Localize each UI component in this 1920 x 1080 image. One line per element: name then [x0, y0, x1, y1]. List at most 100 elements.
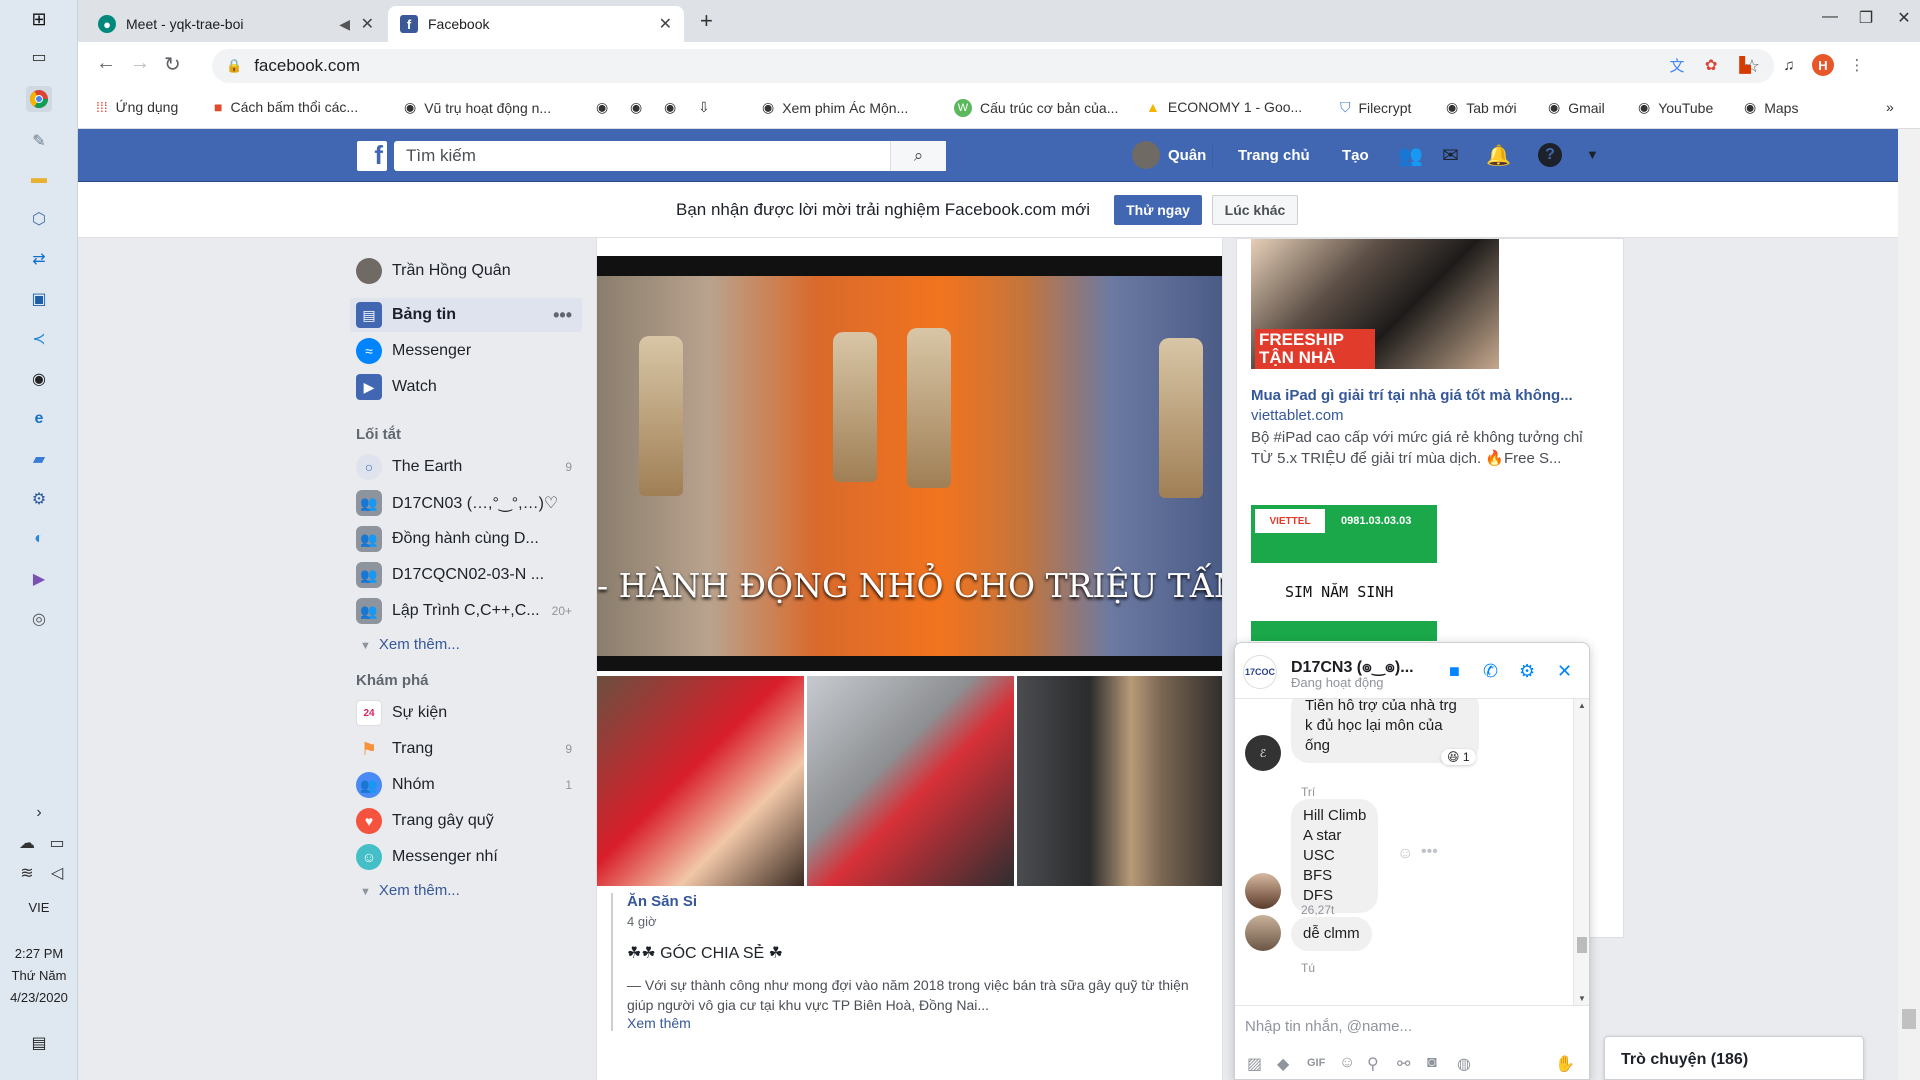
explore-item-groups[interactable]: 👥 Nhóm 1: [350, 768, 582, 802]
bookmark-item[interactable]: ◉ Tab mới: [1446, 99, 1517, 116]
clock-time[interactable]: 2:27 PM: [0, 946, 78, 961]
show-hidden-icons-icon[interactable]: ›: [26, 800, 52, 826]
facebook-logo[interactable]: f: [357, 140, 387, 171]
battery-icon[interactable]: ▭: [44, 830, 70, 856]
try-now-button[interactable]: Thử ngay: [1114, 195, 1202, 225]
bookmark-item[interactable]: ◉ Xem phim Ác Mộn...: [762, 99, 908, 116]
browser-icon[interactable]: ◐: [26, 526, 52, 552]
url-bar[interactable]: 🔒 facebook.com ☆: [212, 49, 1774, 83]
profile-link[interactable]: Trần Hồng Quân: [350, 254, 582, 288]
friend-requests-icon[interactable]: 👥: [1398, 143, 1423, 168]
chat-avatar[interactable]: 17COC: [1243, 655, 1277, 689]
scroll-down-icon[interactable]: ▼: [1578, 994, 1586, 1003]
sender-avatar[interactable]: ℰ: [1245, 735, 1281, 771]
nav-watch[interactable]: ▶ Watch: [350, 370, 582, 404]
clock-date[interactable]: 4/23/2020: [0, 990, 78, 1005]
ad-title[interactable]: Mua iPad gì giải trí tại nhà giá tốt mà …: [1251, 387, 1573, 404]
emoji-react-icon[interactable]: ☺: [1397, 845, 1413, 863]
shortcut-item[interactable]: 👥 D17CN03 (…,°‿°,…)♡: [350, 486, 582, 520]
bookmark-apps[interactable]: ⁞⁞⁞ Ứng dụng: [96, 99, 178, 115]
photo-icon[interactable]: ▨: [1247, 1054, 1262, 1074]
page-scrollbar[interactable]: [1898, 129, 1920, 1080]
sender-avatar[interactable]: [1245, 873, 1281, 909]
see-more-explore[interactable]: ▼ Xem thêm...: [360, 882, 460, 899]
phone-call-icon[interactable]: ✆: [1483, 661, 1498, 682]
edge-icon[interactable]: e: [26, 406, 52, 432]
profile-avatar[interactable]: H: [1812, 54, 1834, 76]
messenger-icon[interactable]: ✉: [1442, 143, 1459, 168]
media-control-icon[interactable]: ♫: [1778, 54, 1800, 76]
account-menu-icon[interactable]: ▼: [1586, 147, 1599, 162]
office-icon[interactable]: ▙: [1734, 54, 1756, 76]
help-icon[interactable]: ?: [1538, 143, 1562, 167]
teamviewer-icon[interactable]: ⇄: [26, 246, 52, 272]
bookmark-item[interactable]: ◉ Gmail: [1548, 99, 1605, 116]
app-circle-icon[interactable]: ◎: [26, 606, 52, 632]
nav-home[interactable]: Trang chủ: [1238, 147, 1310, 164]
bookmark-item[interactable]: ■ Cách bấm thổi các...: [214, 99, 358, 115]
new-tab-icon[interactable]: +: [700, 8, 713, 34]
wifi-icon[interactable]: ≋: [14, 860, 40, 886]
see-more-link[interactable]: Xem thêm: [627, 1015, 1211, 1031]
bookmark-item[interactable]: W Cấu trúc cơ bản của...: [954, 99, 1118, 117]
back-icon[interactable]: ←: [96, 52, 116, 75]
profile-avatar[interactable]: [1132, 141, 1160, 169]
nav-create[interactable]: Tạo: [1342, 147, 1369, 164]
clock-day[interactable]: Thứ Năm: [0, 968, 78, 983]
post-thumbnail[interactable]: [807, 676, 1014, 886]
post-author[interactable]: Ăn Săn Si: [627, 893, 1211, 910]
bookmark-globe-icon[interactable]: ◉: [664, 99, 684, 116]
message-reaction[interactable]: 😆 1: [1441, 749, 1476, 765]
emoji-icon[interactable]: ☺: [1339, 1054, 1355, 1072]
ad-sim-banner-2[interactable]: [1251, 621, 1437, 641]
message-bubble[interactable]: Hill Climb A star USC BFS DFS: [1291, 799, 1379, 913]
poll-icon[interactable]: ◍: [1457, 1054, 1471, 1074]
more-bookmarks-icon[interactable]: »: [1886, 99, 1894, 115]
explore-item-events[interactable]: 24 Sự kiện: [350, 696, 582, 730]
chat-header[interactable]: 17COC D17CN3 (๏‿๏)... Đang hoạt động ■ ✆…: [1235, 643, 1589, 699]
ad-link[interactable]: viettablet.com: [1251, 407, 1344, 424]
file-explorer-icon[interactable]: ▬: [26, 166, 52, 192]
later-button[interactable]: Lúc khác: [1212, 195, 1298, 225]
tab-meet[interactable]: ● Meet - yqk-trae-boi ◀ ✕: [86, 6, 386, 42]
nav-messenger[interactable]: ≈ Messenger: [350, 334, 582, 368]
bookmark-item[interactable]: ◉ YouTube: [1638, 99, 1713, 116]
video-call-icon[interactable]: ■: [1449, 661, 1460, 682]
bookmark-item[interactable]: ⛉ Filecrypt: [1340, 99, 1411, 116]
translate-icon[interactable]: 文: [1666, 54, 1688, 76]
wave-icon[interactable]: ✋: [1555, 1054, 1575, 1074]
network-app-icon[interactable]: ⚙: [26, 486, 52, 512]
bookmark-item[interactable]: ◉ Maps: [1744, 99, 1798, 116]
vscode-icon[interactable]: ≺: [26, 326, 52, 352]
ad-image[interactable]: FREESHIP TẬN NHÀ: [1251, 239, 1499, 369]
shortcut-item[interactable]: 👥 D17CQCN02-03-N ...: [350, 558, 582, 592]
ad-sim-banner[interactable]: VIETTEL 0981.03.03.03: [1251, 505, 1437, 563]
bookmark-download-icon[interactable]: ⇩: [698, 99, 718, 116]
image-app-icon[interactable]: ▣: [26, 286, 52, 312]
media-icon[interactable]: ◉: [26, 366, 52, 392]
more-options-icon[interactable]: •••: [553, 305, 572, 326]
shortcut-item[interactable]: 👥 Đồng hành cùng D...: [350, 522, 582, 556]
message-input[interactable]: Nhập tin nhắn, @name...: [1245, 1018, 1412, 1035]
tool-icon[interactable]: ▰: [26, 446, 52, 472]
post-time[interactable]: 4 giờ: [627, 914, 1211, 929]
close-tab-icon[interactable]: ✕: [361, 14, 374, 34]
more-options-icon[interactable]: •••: [1421, 843, 1438, 861]
scroll-thumb[interactable]: [1577, 937, 1587, 953]
shortcut-item[interactable]: ○ The Earth 9: [350, 450, 582, 484]
link-icon[interactable]: ⚯: [1397, 1054, 1410, 1074]
explore-item-messenger-kids[interactable]: ☺ Messenger nhí: [350, 840, 582, 874]
volume-icon[interactable]: ◁: [44, 860, 70, 886]
bookmark-item[interactable]: ▲ ECONOMY 1 - Goo...: [1146, 99, 1302, 115]
minimize-icon[interactable]: —: [1810, 8, 1850, 26]
action-center-icon[interactable]: ▤: [26, 1030, 52, 1056]
scroll-thumb[interactable]: [1902, 1009, 1916, 1029]
bookmark-globe-icon[interactable]: ◉: [630, 99, 650, 116]
sticker-icon[interactable]: ◆: [1277, 1054, 1289, 1074]
notifications-icon[interactable]: 🔔: [1486, 143, 1511, 168]
forward-icon[interactable]: →: [130, 52, 150, 75]
search-icon[interactable]: ⌕: [890, 141, 946, 171]
bookmark-item[interactable]: ◉ Vũ trụ hoạt động n...: [404, 99, 551, 116]
app-icon[interactable]: ✎: [26, 128, 52, 154]
task-view-icon[interactable]: ▭: [26, 44, 52, 70]
